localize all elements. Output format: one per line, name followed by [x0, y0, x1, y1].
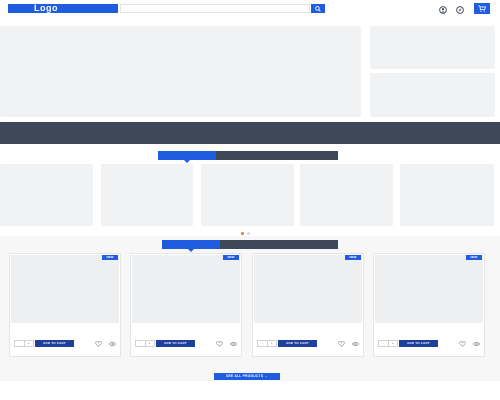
quick-view-button[interactable]: [472, 340, 480, 347]
section-heading-bar: [220, 240, 338, 249]
wishlist-button[interactable]: [458, 340, 466, 347]
wishlist-button[interactable]: [94, 340, 102, 347]
carousel-dot[interactable]: [241, 232, 244, 235]
user-icon: [438, 5, 447, 14]
quantity-stepper[interactable]: - +: [378, 340, 398, 347]
heart-icon: [458, 340, 466, 347]
add-to-cart-button[interactable]: ADD TO CART: [156, 340, 195, 347]
user-button[interactable]: [438, 5, 447, 14]
product-card[interactable]: NEW - + ADD TO CART: [373, 253, 485, 357]
quick-view-button[interactable]: [351, 340, 359, 347]
quantity-increase[interactable]: +: [266, 341, 277, 346]
compass-button[interactable]: [455, 5, 464, 14]
new-badge: NEW: [102, 255, 118, 260]
section-heading-accent: [162, 240, 220, 252]
quantity-increase[interactable]: +: [23, 341, 34, 346]
category-tile[interactable]: [300, 164, 393, 226]
quick-view-button[interactable]: [108, 340, 116, 347]
logo[interactable]: Logo: [8, 4, 118, 13]
new-badge: NEW: [223, 255, 239, 260]
eye-icon: [472, 341, 480, 346]
quick-view-button[interactable]: [229, 340, 237, 347]
heart-icon: [94, 340, 102, 347]
eye-icon: [351, 341, 359, 346]
compass-icon: [455, 5, 464, 14]
info-band: [0, 122, 500, 144]
quantity-increase[interactable]: +: [144, 341, 155, 346]
new-badge: NEW: [466, 255, 482, 260]
wishlist-button[interactable]: [337, 340, 345, 347]
section-heading-products: [162, 240, 338, 252]
cart-button[interactable]: [474, 3, 490, 14]
carousel-dots: [241, 232, 250, 235]
product-card[interactable]: NEW - + ADD TO CART: [130, 253, 242, 357]
eye-icon: [229, 341, 237, 346]
search-button[interactable]: [311, 4, 325, 13]
search-icon: [315, 5, 321, 12]
quantity-stepper[interactable]: - +: [257, 340, 277, 347]
category-tile[interactable]: [400, 164, 494, 226]
hero-banner[interactable]: [0, 26, 361, 117]
quantity-decrease[interactable]: -: [136, 341, 145, 346]
see-all-products-button[interactable]: SEE ALL PRODUCTS →: [214, 373, 280, 380]
section-heading-bar: [216, 151, 338, 160]
search-input[interactable]: [120, 4, 310, 13]
product-card[interactable]: NEW - + ADD TO CART: [252, 253, 364, 357]
section-heading-categories: [158, 151, 338, 163]
category-tile[interactable]: [101, 164, 193, 226]
promo-banner-top[interactable]: [370, 26, 495, 69]
quantity-decrease[interactable]: -: [15, 341, 24, 346]
quantity-decrease[interactable]: -: [258, 341, 267, 346]
new-badge: NEW: [345, 255, 361, 260]
add-to-cart-button[interactable]: ADD TO CART: [35, 340, 74, 347]
eye-icon: [108, 341, 116, 346]
product-image[interactable]: [11, 255, 119, 323]
carousel-dot[interactable]: [247, 232, 250, 235]
quantity-increase[interactable]: +: [387, 341, 398, 346]
product-image[interactable]: [132, 255, 240, 323]
section-heading-accent: [158, 151, 216, 163]
promo-banner-bottom[interactable]: [370, 73, 495, 117]
product-image[interactable]: [254, 255, 362, 323]
product-image[interactable]: [375, 255, 483, 323]
wishlist-button[interactable]: [215, 340, 223, 347]
heart-icon: [215, 340, 223, 347]
quantity-decrease[interactable]: -: [379, 341, 388, 346]
add-to-cart-button[interactable]: ADD TO CART: [399, 340, 438, 347]
quantity-stepper[interactable]: - +: [14, 340, 34, 347]
header: Logo: [0, 0, 500, 22]
add-to-cart-button[interactable]: ADD TO CART: [278, 340, 317, 347]
category-tile[interactable]: [201, 164, 294, 226]
cart-icon: [478, 5, 486, 12]
product-card[interactable]: NEW - + ADD TO CART: [9, 253, 121, 357]
category-tile[interactable]: [0, 164, 93, 226]
quantity-stepper[interactable]: - +: [135, 340, 155, 347]
heart-icon: [337, 340, 345, 347]
